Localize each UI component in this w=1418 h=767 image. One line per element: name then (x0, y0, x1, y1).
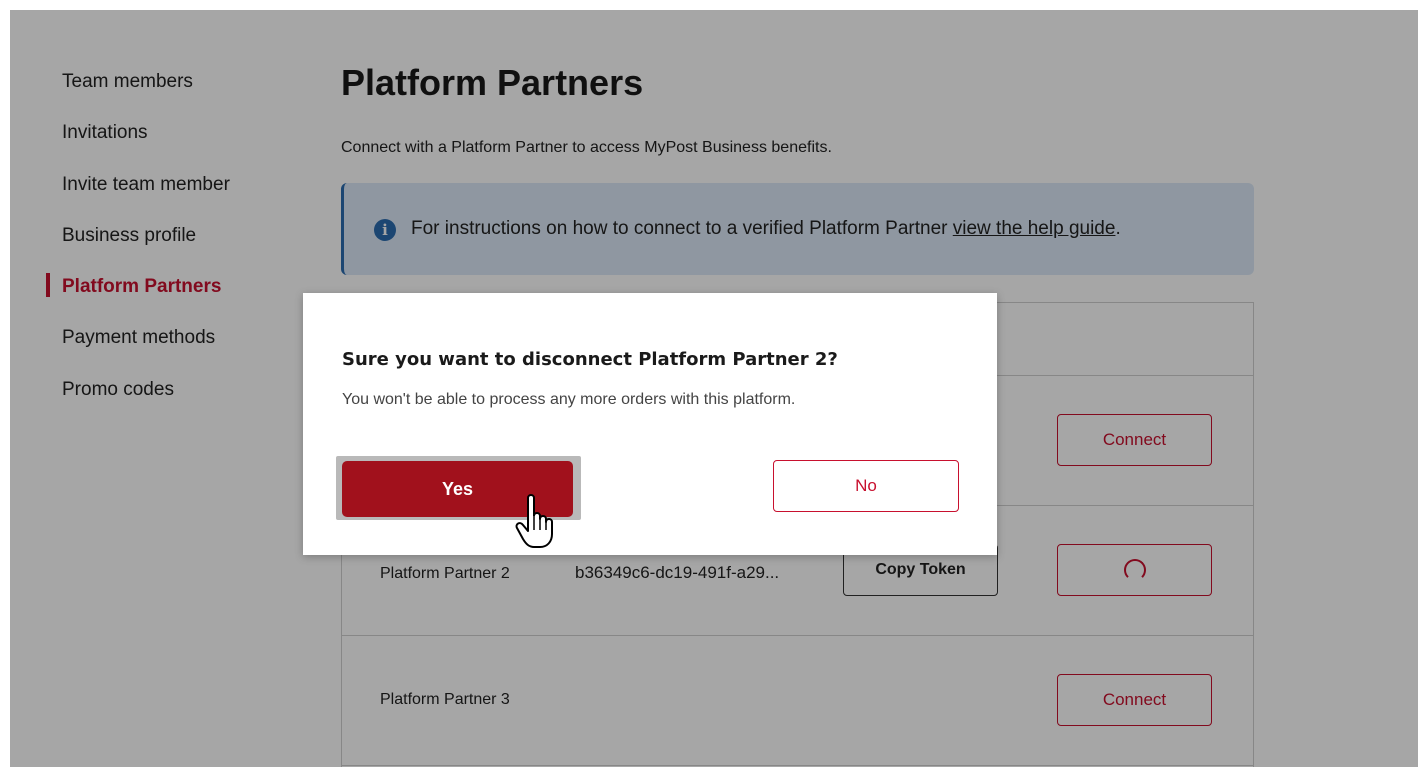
app-frame: Team members Invitations Invite team mem… (10, 10, 1418, 767)
disconnect-dialog: Sure you want to disconnect Platform Par… (303, 293, 997, 555)
hand-pointer-cursor-icon (515, 494, 553, 548)
no-button[interactable]: No (773, 460, 959, 512)
dialog-message: You won't be able to process any more or… (342, 391, 796, 408)
dialog-title: Sure you want to disconnect Platform Par… (342, 349, 838, 370)
